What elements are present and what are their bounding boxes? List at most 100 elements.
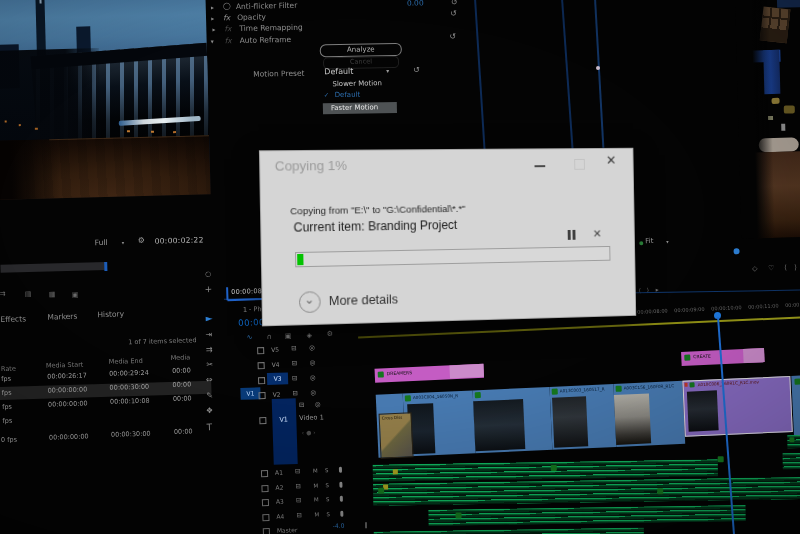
effect-row-label[interactable]: Anti-flicker Filter	[236, 2, 297, 11]
sync-lock-icon[interactable]: ⊟	[295, 483, 301, 490]
lock-icon[interactable]	[262, 514, 269, 521]
col-header-media-end[interactable]: Media End	[109, 358, 143, 366]
reframe-handle-dot[interactable]	[596, 66, 600, 70]
mute-button[interactable]: M	[313, 483, 318, 489]
expand-chevron[interactable]: ▸	[211, 4, 214, 10]
keyframe-marker[interactable]	[393, 469, 398, 474]
zoom-level-select[interactable]: Full	[95, 239, 108, 247]
reset-icon[interactable]: ↺	[450, 9, 457, 18]
track-visibility-eye-icon[interactable]: ◎	[309, 345, 315, 352]
motion-preset-value[interactable]: Default	[324, 68, 353, 77]
reset-icon[interactable]: ↺	[449, 32, 456, 41]
tab-history[interactable]: History	[97, 310, 124, 318]
mic-icon[interactable]	[339, 482, 342, 488]
track-label-v2[interactable]: V2	[272, 392, 280, 398]
audio-clip-fragment[interactable]	[787, 435, 800, 449]
panel-icon[interactable]: ▦	[49, 291, 56, 298]
track-visibility-eye-icon[interactable]: ◎	[310, 375, 316, 382]
lock-icon[interactable]	[259, 417, 266, 424]
sync-lock-icon[interactable]: ⊟	[296, 497, 302, 504]
mute-button[interactable]: M	[314, 512, 319, 518]
tab-effects[interactable]: Effects	[0, 315, 26, 323]
col-header-media-start[interactable]: Media Start	[46, 362, 84, 370]
panel-icon[interactable]: ▤	[25, 291, 32, 298]
lock-icon[interactable]	[261, 470, 268, 477]
effect-row-label[interactable]: Auto Reframe	[240, 36, 292, 44]
reset-icon[interactable]: ↺	[451, 0, 458, 7]
clip-dreamers[interactable]: DREAMERS	[375, 364, 485, 383]
menu-item-default[interactable]: Default	[335, 92, 361, 99]
timeline-wrench-icon[interactable]: ⚙	[327, 331, 334, 338]
solo-button[interactable]: S	[326, 512, 330, 518]
settings-wrench-icon[interactable]: ⚙	[138, 237, 145, 245]
panel-icon[interactable]: ⇉	[0, 291, 6, 298]
solo-button[interactable]: S	[325, 483, 329, 489]
solo-button[interactable]: S	[326, 497, 330, 503]
timeline-settings-icon[interactable]: ∩	[267, 334, 272, 341]
add-track-icon[interactable]: +	[205, 285, 213, 294]
tab-markers[interactable]: Markers	[47, 313, 77, 321]
track-label-a4[interactable]: A4	[276, 514, 284, 520]
razor-tool[interactable]: ✂	[206, 361, 213, 369]
mic-icon[interactable]	[340, 496, 343, 502]
slip-tool[interactable]: ⇔	[206, 376, 213, 384]
keyframe-nav-icons[interactable]: ‹ ● ›	[302, 430, 316, 436]
chevron-down-icon[interactable]: ▾	[666, 239, 669, 244]
reset-icon[interactable]: ↺	[413, 65, 420, 74]
minimize-button[interactable]	[528, 153, 552, 171]
sync-lock-icon[interactable]: ⊟	[292, 390, 298, 397]
lock-icon[interactable]	[261, 485, 268, 492]
track-height-toggle-icon[interactable]: ∥	[365, 522, 368, 528]
sync-lock-icon[interactable]: ⊟	[291, 345, 297, 352]
sync-lock-icon[interactable]: ⊟	[299, 402, 305, 409]
effect-row-label[interactable]: Opacity	[237, 13, 266, 21]
sync-lock-icon[interactable]: ⊟	[292, 375, 298, 382]
track-visibility-eye-icon[interactable]: ◎	[315, 401, 321, 408]
sync-lock-icon[interactable]: ⊟	[296, 512, 302, 519]
collapse-chevron[interactable]: ▾	[211, 38, 214, 44]
playhead-scrubber-dot[interactable]	[733, 248, 739, 254]
transport-icon[interactable]: ♡	[768, 265, 774, 272]
effect-value[interactable]: 0.00	[407, 0, 424, 7]
selection-tool[interactable]: ►	[206, 314, 213, 323]
track-v1-header[interactable]: V1	[272, 398, 298, 465]
clip-selected-purple[interactable]: A010C006_160R1C_R1C.mov	[682, 376, 792, 437]
lock-icon[interactable]	[258, 377, 265, 384]
col-header-rate[interactable]: Rate	[1, 366, 16, 373]
sync-lock-icon[interactable]: ⊟	[291, 360, 297, 367]
lock-icon[interactable]	[258, 392, 265, 399]
hand-tool[interactable]: ❖	[206, 407, 213, 415]
mute-button[interactable]: M	[314, 497, 319, 503]
menu-item-faster-motion[interactable]: Faster Motion	[323, 102, 397, 114]
lock-icon[interactable]	[257, 347, 264, 354]
track-label-a2[interactable]: A2	[275, 485, 283, 491]
audio-clip-a4[interactable]	[374, 528, 644, 534]
clip-create[interactable]: CREATE	[681, 348, 765, 366]
close-button[interactable]: ✕	[600, 151, 627, 171]
master-db-value[interactable]: -4.0	[333, 523, 345, 529]
track-label-master[interactable]: Master	[277, 527, 298, 534]
mute-button[interactable]: M	[313, 468, 318, 474]
cancel-copy-button[interactable]: ✕	[589, 226, 607, 242]
stopwatch-icon[interactable]: ◯	[223, 3, 231, 10]
audio-clip-a1-right[interactable]	[783, 453, 800, 470]
effect-row-label[interactable]: Time Remapping	[239, 24, 302, 33]
type-tool[interactable]: T	[206, 423, 212, 432]
clip-v1-d[interactable]: A003C156_160F0R_R1C	[613, 381, 685, 447]
track-label-v4[interactable]: V4	[272, 362, 280, 368]
expand-chevron[interactable]: ▸	[212, 26, 215, 32]
expand-chevron[interactable]: ▸	[211, 15, 214, 21]
track-visibility-eye-icon[interactable]: ◎	[310, 390, 316, 397]
zoom-level-select[interactable]: Fit	[645, 238, 653, 245]
lock-icon[interactable]	[263, 528, 270, 534]
dropdown-chevron-icon[interactable]: ▾	[386, 68, 389, 74]
timeline-icon[interactable]: ▣	[285, 333, 292, 340]
audio-clip-a3[interactable]	[428, 505, 745, 526]
menu-item-slower-motion[interactable]: Slower Motion	[332, 80, 382, 88]
col-header-media[interactable]: Media	[171, 354, 191, 361]
mic-icon[interactable]	[339, 467, 342, 473]
pause-button[interactable]	[563, 228, 581, 244]
timeline-icon[interactable]: ◈	[307, 332, 313, 339]
panel-icon[interactable]: ▣	[72, 292, 79, 299]
transport-icon[interactable]: ⟩	[794, 264, 797, 271]
